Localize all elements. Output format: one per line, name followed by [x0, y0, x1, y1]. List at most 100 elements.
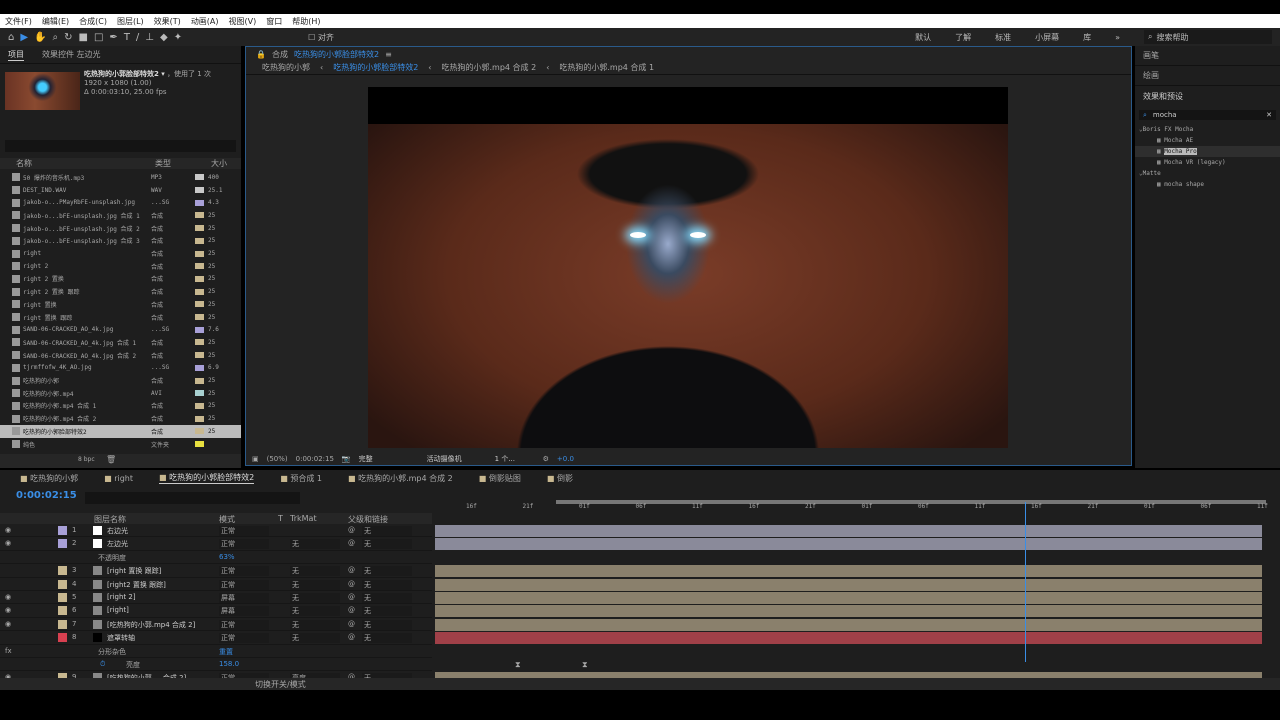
label-color[interactable]	[195, 275, 204, 282]
project-item[interactable]: 50 爆炸的音乐机.mp3 MP3 400	[0, 171, 241, 184]
panel-paint[interactable]: 绘画	[1135, 66, 1280, 86]
project-item[interactable]: 吃热狗的小郭.mp4 合成 1 合成 25	[0, 400, 241, 413]
project-item[interactable]: right 2 置换 跟踪 合成 25	[0, 285, 241, 298]
panel-brushes[interactable]: 画笔	[1135, 46, 1280, 66]
trkmat-dropdown[interactable]: 无	[290, 539, 340, 550]
clear-search-icon[interactable]: ✕	[1266, 111, 1272, 119]
trkmat-dropdown[interactable]: 无	[290, 593, 340, 603]
pickwhip-icon[interactable]: @	[348, 580, 355, 588]
trkmat-dropdown[interactable]: 无	[290, 606, 340, 617]
menu-item[interactable]: 帮助(H)	[292, 16, 320, 27]
menu-item[interactable]: 编辑(E)	[42, 16, 69, 27]
tab-1[interactable]: ■ right	[104, 474, 133, 483]
layer-name[interactable]: [right 2]	[107, 593, 136, 601]
parent-dropdown[interactable]: 无	[362, 606, 412, 617]
parent-dropdown[interactable]: 无	[362, 579, 412, 590]
project-item[interactable]: right 置换 跟踪 合成 25	[0, 311, 241, 324]
project-item[interactable]: 吃热狗的小郭.mp4 合成 2 合成 25	[0, 412, 241, 425]
rotate-tool-icon[interactable]: ↻	[64, 32, 72, 43]
label-color[interactable]	[195, 250, 204, 257]
tab-0[interactable]: ■ 吃热狗的小郭	[20, 473, 78, 484]
menu-item[interactable]: 动画(A)	[191, 16, 219, 27]
layer-property[interactable]: 不透明度 63%	[0, 551, 432, 565]
pickwhip-icon[interactable]: @	[348, 593, 355, 601]
tab-3[interactable]: ■ 预合成 1	[280, 473, 322, 484]
parent-dropdown[interactable]: 无	[362, 633, 412, 644]
blend-mode-dropdown[interactable]: 屏幕	[219, 593, 269, 603]
settings-icon[interactable]: ⚙	[543, 455, 549, 463]
label-color[interactable]	[195, 428, 204, 435]
layer-duration-bar[interactable]	[435, 525, 1262, 537]
effect-item[interactable]: ▦ Mocha Pro	[1135, 146, 1280, 157]
label-color[interactable]	[58, 539, 67, 549]
blend-mode-dropdown[interactable]: 正常	[219, 526, 269, 536]
timecode-display[interactable]: 0:00:02:15	[296, 455, 334, 463]
project-item[interactable]: right 2 置换 合成 25	[0, 273, 241, 286]
keyframe[interactable]: ⧗	[515, 660, 521, 670]
breadcrumb-item[interactable]: 吃热狗的小郭.mp4 合成 1	[559, 62, 654, 73]
label-color[interactable]	[58, 633, 67, 643]
puppet-tool-icon[interactable]: ✦	[174, 32, 182, 43]
layer-property[interactable]: ⏱ 亮度 158.0	[0, 658, 432, 672]
menu-item[interactable]: 文件(F)	[5, 16, 32, 27]
project-item[interactable]: SAND-06-CRACKED_AO_4k.jpg 合成 2 合成 25	[0, 349, 241, 362]
eye-icon[interactable]: ◉	[5, 539, 11, 547]
menu-item[interactable]: 窗口	[266, 16, 282, 27]
layer-name[interactable]: [right 置换 跟踪]	[107, 566, 161, 576]
preview-icon[interactable]: ▣	[252, 455, 259, 463]
layer-search-input[interactable]	[85, 492, 300, 504]
tab-6[interactable]: ■ 倒影	[547, 473, 573, 484]
menu-item[interactable]: 视图(V)	[229, 16, 257, 27]
effect-group[interactable]: ⌄Boris FX Mocha	[1135, 124, 1280, 135]
camera-tool-icon[interactable]: ■	[79, 32, 88, 43]
workspace-standard[interactable]: 标准	[995, 32, 1011, 43]
label-color[interactable]	[195, 364, 204, 371]
eraser-tool-icon[interactable]: ◆	[160, 32, 168, 43]
tab-5[interactable]: ■ 倒影贴图	[479, 473, 521, 484]
pickwhip-icon[interactable]: @	[348, 633, 355, 641]
label-color[interactable]	[195, 390, 204, 397]
layer-name[interactable]: [right]	[107, 606, 129, 614]
label-color[interactable]	[58, 619, 67, 629]
project-item[interactable]: 吃热狗的小郭脸部特效2 合成 25	[0, 425, 241, 438]
property-value[interactable]: 63%	[219, 553, 235, 561]
search-help-input[interactable]: ⌕ 搜索帮助	[1144, 30, 1272, 44]
label-color[interactable]	[195, 441, 204, 448]
layer-name[interactable]: 遮罩转轴	[107, 633, 135, 643]
effect-item[interactable]: ▦ Mocha VR (legacy)	[1135, 157, 1280, 168]
project-item[interactable]: 吃热狗的小郭.mp4 AVI 25	[0, 387, 241, 400]
label-color[interactable]	[58, 526, 67, 535]
breadcrumb-item[interactable]: 吃热狗的小郭.mp4 合成 2	[442, 62, 537, 73]
trkmat-dropdown[interactable]: 无	[290, 566, 340, 577]
label-color[interactable]	[58, 579, 67, 589]
current-time[interactable]: 0:00:02:15	[16, 490, 77, 501]
toggle-switches-modes[interactable]: 切换开关/模式	[255, 679, 306, 690]
breadcrumb-item-active[interactable]: 吃热狗的小郭脸部特效2	[333, 62, 418, 73]
menu-icon[interactable]: ≡	[385, 50, 392, 59]
time-ruler[interactable]: 16f 21f 01f 06f 11f 16f 21f 01f 06f 11f 16f 21f 01f 0…	[436, 500, 1270, 514]
label-color[interactable]	[195, 199, 204, 206]
project-item[interactable]: tjrmffofw_4K_AO.jpg ...SG 6.9	[0, 362, 241, 375]
keyframe[interactable]: ⧗	[582, 660, 588, 670]
project-item[interactable]: jakob-o...bFE-unsplash.jpg 合成 3 合成 25	[0, 235, 241, 248]
hand-tool-icon[interactable]: ✋	[34, 32, 46, 43]
label-color[interactable]	[195, 352, 204, 359]
camera-dropdown[interactable]: 活动摄像机	[427, 454, 487, 464]
effects-search-input[interactable]: ⌕ mocha ✕	[1139, 110, 1276, 120]
resolution-dropdown[interactable]: 完整	[359, 454, 419, 464]
project-item[interactable]: right 2 合成 25	[0, 260, 241, 273]
views-dropdown[interactable]: 1 个...	[495, 454, 535, 464]
parent-dropdown[interactable]: 无	[362, 619, 412, 630]
composition-canvas[interactable]	[368, 87, 1008, 448]
workspace-learn[interactable]: 了解	[955, 32, 971, 43]
project-item[interactable]: right 合成 25	[0, 247, 241, 260]
playhead[interactable]	[1025, 502, 1026, 662]
column-type[interactable]: 类型	[155, 158, 193, 169]
label-color[interactable]	[195, 187, 204, 194]
pickwhip-icon[interactable]: @	[348, 566, 355, 574]
label-color[interactable]	[58, 593, 67, 602]
layer-duration-bar[interactable]	[435, 565, 1262, 578]
eye-icon[interactable]: ◉	[5, 606, 11, 614]
label-color[interactable]	[195, 326, 204, 333]
snapshot-icon[interactable]: 📷	[342, 455, 351, 463]
